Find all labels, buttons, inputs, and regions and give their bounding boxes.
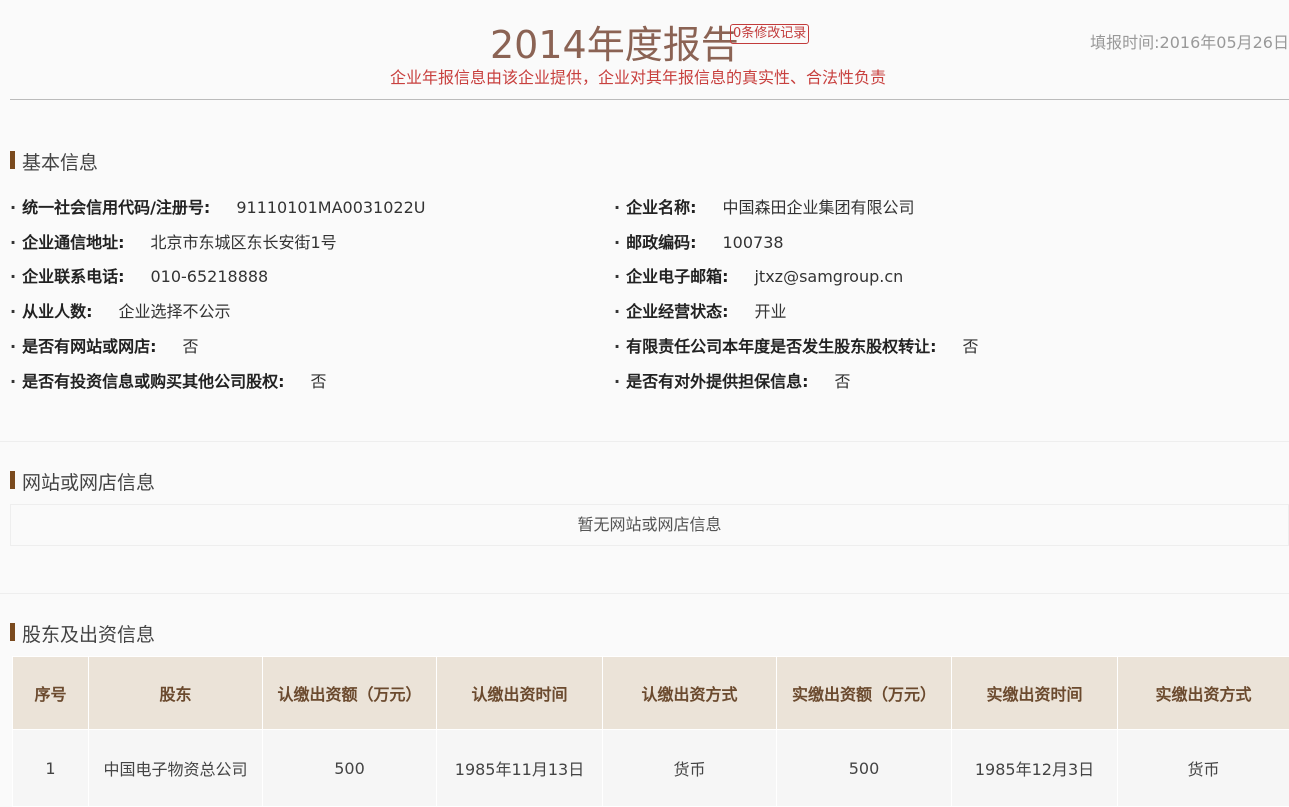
info-value: 否 — [310, 372, 326, 391]
bullet-icon: · — [10, 198, 16, 217]
column-header: 实缴出资额（万元） — [777, 657, 952, 730]
info-value: 否 — [962, 337, 978, 356]
table-cell: 1985年12月3日 — [952, 730, 1118, 807]
info-value: 北京市东城区东长安街1号 — [150, 233, 336, 252]
column-header: 认缴出资额（万元） — [263, 657, 437, 730]
info-company-name: · 企业名称: 中国森田企业集团有限公司 — [614, 194, 915, 218]
table-cell: 中国电子物资总公司 — [89, 730, 263, 807]
section-divider — [0, 593, 1289, 594]
info-value: 100738 — [722, 233, 783, 252]
bullet-icon: · — [614, 372, 620, 391]
column-header: 实缴出资方式 — [1118, 657, 1289, 730]
column-header: 认缴出资方式 — [603, 657, 777, 730]
info-business-status: · 企业经营状态: 开业 — [614, 298, 787, 322]
table-cell: 1 — [13, 730, 89, 807]
info-has-website: · 是否有网站或网店: 否 — [10, 333, 199, 357]
table-cell: 500 — [263, 730, 437, 807]
section-divider — [0, 441, 1289, 442]
report-disclaimer: 企业年报信息由该企业提供，企业对其年报信息的真实性、合法性负责 — [390, 64, 886, 88]
bullet-icon: · — [614, 302, 620, 321]
bullet-icon: · — [614, 267, 620, 286]
table-cell: 1985年11月13日 — [437, 730, 603, 807]
info-label: 是否有对外提供担保信息: — [626, 372, 808, 391]
bullet-icon: · — [614, 337, 620, 356]
page-title: 2014年度报告 — [490, 14, 739, 69]
info-has-investment: · 是否有投资信息或购买其他公司股权: 否 — [10, 368, 327, 392]
bullet-icon: · — [614, 233, 620, 252]
info-value: 91110101MA0031022U — [236, 198, 425, 217]
info-label: 是否有投资信息或购买其他公司股权: — [22, 372, 284, 391]
info-label: 企业名称: — [626, 198, 696, 217]
section-title-website: 网站或网店信息 — [10, 468, 155, 495]
info-value: 否 — [182, 337, 198, 356]
info-equity-transfer: · 有限责任公司本年度是否发生股东股权转让: 否 — [614, 333, 979, 357]
info-label: 邮政编码: — [626, 233, 696, 252]
column-header: 序号 — [13, 657, 89, 730]
info-label: 从业人数: — [22, 302, 92, 321]
bullet-icon: · — [614, 198, 620, 217]
info-label: 统一社会信用代码/注册号: — [22, 198, 210, 217]
info-credit-code: · 统一社会信用代码/注册号: 91110101MA0031022U — [10, 194, 425, 218]
table-header-row: 序号 股东 认缴出资额（万元） 认缴出资时间 认缴出资方式 实缴出资额（万元） … — [13, 657, 1289, 730]
info-value: 开业 — [754, 302, 786, 321]
shareholder-table: 序号 股东 认缴出资额（万元） 认缴出资时间 认缴出资方式 实缴出资额（万元） … — [12, 656, 1289, 807]
info-value: 否 — [834, 372, 850, 391]
header-divider — [10, 99, 1289, 100]
bullet-icon: · — [10, 267, 16, 286]
modify-record-badge[interactable]: 0条修改记录 — [730, 24, 809, 44]
info-value: 010-65218888 — [150, 267, 268, 286]
info-label: 是否有网站或网店: — [22, 337, 156, 356]
info-label: 企业电子邮箱: — [626, 267, 728, 286]
table-cell: 货币 — [1118, 730, 1289, 807]
info-label: 有限责任公司本年度是否发生股东股权转让: — [626, 337, 936, 356]
bullet-icon: · — [10, 372, 16, 391]
info-label: 企业通信地址: — [22, 233, 124, 252]
website-empty-message: 暂无网站或网店信息 — [10, 504, 1289, 546]
column-header: 实缴出资时间 — [952, 657, 1118, 730]
info-postcode: · 邮政编码: 100738 — [614, 229, 784, 253]
info-value: jtxz@samgroup.cn — [754, 267, 903, 286]
table-cell: 500 — [777, 730, 952, 807]
info-guarantee: · 是否有对外提供担保信息: 否 — [614, 368, 851, 392]
table-row: 1 中国电子物资总公司 500 1985年11月13日 货币 500 1985年… — [13, 730, 1289, 807]
column-header: 股东 — [89, 657, 263, 730]
info-employees: · 从业人数: 企业选择不公示 — [10, 298, 231, 322]
fill-time: 填报时间:2016年05月26日 — [1090, 29, 1289, 53]
column-header: 认缴出资时间 — [437, 657, 603, 730]
report-header: 2014年度报告 0条修改记录 企业年报信息由该企业提供，企业对其年报信息的真实… — [0, 0, 1289, 100]
info-address: · 企业通信地址: 北京市东城区东长安街1号 — [10, 229, 337, 253]
info-value: 中国森田企业集团有限公司 — [722, 198, 914, 217]
info-value: 企业选择不公示 — [118, 302, 230, 321]
table-cell: 货币 — [603, 730, 777, 807]
info-phone: · 企业联系电话: 010-65218888 — [10, 263, 268, 287]
bullet-icon: · — [10, 233, 16, 252]
info-label: 企业联系电话: — [22, 267, 124, 286]
section-title-basic-info: 基本信息 — [10, 148, 98, 175]
bullet-icon: · — [10, 337, 16, 356]
bullet-icon: · — [10, 302, 16, 321]
section-title-shareholders: 股东及出资信息 — [10, 620, 155, 647]
info-label: 企业经营状态: — [626, 302, 728, 321]
info-email: · 企业电子邮箱: jtxz@samgroup.cn — [614, 263, 903, 287]
